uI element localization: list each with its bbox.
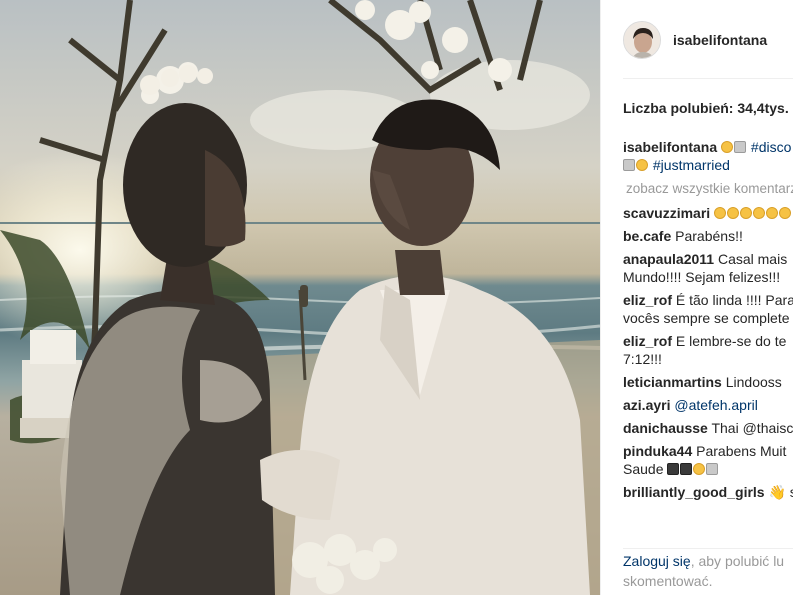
comment-username[interactable]: pinduka44	[623, 443, 692, 459]
view-all-comments-link[interactable]: zobacz wszystkie komentarze	[626, 180, 793, 198]
login-link[interactable]: Zaloguj się	[623, 553, 691, 569]
wedding-scene-illustration	[0, 0, 600, 595]
heart-eyes-emoji-icon	[740, 207, 753, 219]
caption-line-2: #justmarried	[623, 156, 793, 174]
comment: eliz_rof É tão linda !!!! Para vocês sem…	[623, 291, 793, 327]
post-sidebar: isabelifontana Liczba polubień: 34,4tys.…	[600, 0, 793, 595]
smile-emoji-icon	[721, 141, 734, 153]
comment: leticianmartins Lindooss	[623, 373, 793, 391]
post-header: isabelifontana	[623, 20, 793, 60]
username-link[interactable]: isabelifontana	[673, 32, 767, 48]
comment: eliz_rof E lembre-se do te 7:12!!!	[623, 332, 793, 368]
tv-emoji-icon	[680, 463, 693, 475]
tv-emoji-icon	[667, 463, 680, 475]
avatar-portrait	[624, 22, 660, 58]
comment-text-cont: Saude	[623, 461, 664, 477]
comment-text: Parabens Muit	[696, 443, 787, 459]
login-prompt-text: , aby polubić lu	[690, 553, 785, 569]
cake-emoji-icon	[706, 463, 719, 475]
divider	[623, 78, 793, 79]
comment: scavuzzimari	[623, 204, 793, 222]
comment-text: É tão linda !!!! Para	[675, 292, 793, 308]
post-photo[interactable]	[0, 0, 600, 595]
comment-username[interactable]: danichausse	[623, 420, 708, 436]
bride-emoji-icon	[623, 159, 635, 171]
heart-eyes-emoji-icon	[753, 207, 766, 219]
likes-count[interactable]: Liczba polubień: 34,4tys.	[623, 100, 789, 116]
comment-username[interactable]: eliz_rof	[623, 333, 672, 349]
comment-username[interactable]: brilliantly_good_girls	[623, 484, 765, 500]
comment-feed: isabelifontana #disco #justmarried zobac…	[623, 138, 793, 501]
ring-emoji-icon	[636, 159, 648, 171]
comment: danichausse Thai @thaisc	[623, 419, 793, 437]
login-prompt: Zaloguj się, aby polubić lu skomentować.	[623, 548, 793, 591]
heart-eyes-emoji-icon	[779, 207, 792, 219]
comment-text: 👋 s	[768, 484, 793, 500]
mention-link[interactable]: @atefeh.april	[674, 397, 757, 413]
comment-text-cont: Mundo!!!! Sejam felizes!!!	[623, 269, 781, 285]
comment-username[interactable]: scavuzzimari	[623, 205, 710, 221]
comment-text-cont: 7:12!!!	[623, 351, 662, 367]
login-prompt-text-cont: skomentować.	[623, 573, 713, 589]
comment: azi.ayri @atefeh.april	[623, 396, 793, 414]
comment-text-cont: vocês sempre se complete	[623, 310, 790, 326]
comment-username[interactable]: leticianmartins	[623, 374, 722, 390]
comment: be.cafe Parabéns!!	[623, 227, 793, 245]
comment-username[interactable]: anapaula2011	[623, 251, 714, 267]
caption: isabelifontana #disco	[623, 138, 793, 156]
sunglasses-emoji-icon	[693, 463, 706, 475]
comment-text: E lembre-se do te	[675, 333, 787, 349]
comment: pinduka44 Parabens Muit Saude	[623, 442, 793, 478]
heart-eyes-emoji-icon	[714, 207, 727, 219]
comment-text: Casal mais	[717, 251, 788, 267]
comment-username[interactable]: be.cafe	[623, 228, 671, 244]
comment-text: Lindooss	[725, 374, 782, 390]
comment-text: Thai @thaisc	[711, 420, 793, 436]
caption-username[interactable]: isabelifontana	[623, 139, 717, 155]
heart-eyes-emoji-icon	[766, 207, 779, 219]
avatar[interactable]	[623, 21, 661, 59]
heart-eyes-emoji-icon	[727, 207, 740, 219]
hashtag-link[interactable]: #disco	[751, 139, 791, 155]
arch-flowers	[141, 0, 512, 104]
comment-text: Parabéns!!	[675, 228, 743, 244]
comment: anapaula2011 Casal mais Mundo!!!! Sejam …	[623, 250, 793, 286]
comment: brilliantly_good_girls 👋 s	[623, 483, 793, 501]
comment-username[interactable]: eliz_rof	[623, 292, 672, 308]
church-emoji-icon	[734, 141, 747, 153]
comment-username[interactable]: azi.ayri	[623, 397, 670, 413]
hashtag-link[interactable]: #justmarried	[653, 157, 730, 173]
